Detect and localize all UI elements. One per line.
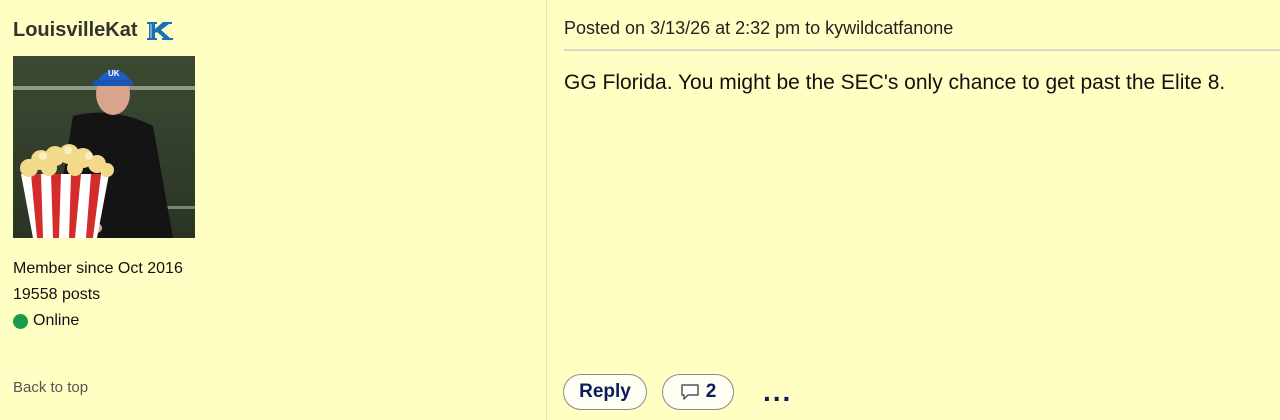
svg-text:UK: UK xyxy=(108,69,120,78)
user-meta: Member since Oct 2016 19558 posts Online xyxy=(13,256,183,334)
post-count: 19558 posts xyxy=(13,286,101,303)
online-dot-icon xyxy=(13,313,28,329)
user-avatar[interactable]: UK xyxy=(13,56,195,238)
reply-button[interactable]: Reply xyxy=(563,374,647,410)
reply-label: Reply xyxy=(579,381,631,402)
post-header: Posted on 3/13/26 at 2:32 pm to kywildca… xyxy=(564,18,954,38)
post-body: GG Florida. You might be the SEC's only … xyxy=(564,71,1226,94)
speech-bubble-icon xyxy=(680,383,700,401)
online-status: Online xyxy=(13,308,183,334)
post-actions: Reply 2 ... xyxy=(563,374,792,410)
online-label: Online xyxy=(33,312,80,329)
comment-count: 2 xyxy=(705,381,717,402)
member-since: Member since Oct 2016 xyxy=(13,260,183,277)
comments-button[interactable]: 2 xyxy=(662,374,734,410)
username-row: LouisvilleKat xyxy=(13,19,177,42)
more-options-button[interactable]: ... xyxy=(763,378,792,406)
back-to-top-link[interactable]: Back to top xyxy=(13,379,88,396)
user-info-panel: LouisvilleKat UK Member since Oct 2016 1… xyxy=(0,0,547,420)
username[interactable]: LouisvilleKat xyxy=(13,19,137,42)
forum-post: LouisvilleKat UK Member since Oct 2016 1… xyxy=(0,0,1280,420)
kentucky-k-logo-icon xyxy=(145,20,177,42)
header-divider xyxy=(564,49,1280,51)
